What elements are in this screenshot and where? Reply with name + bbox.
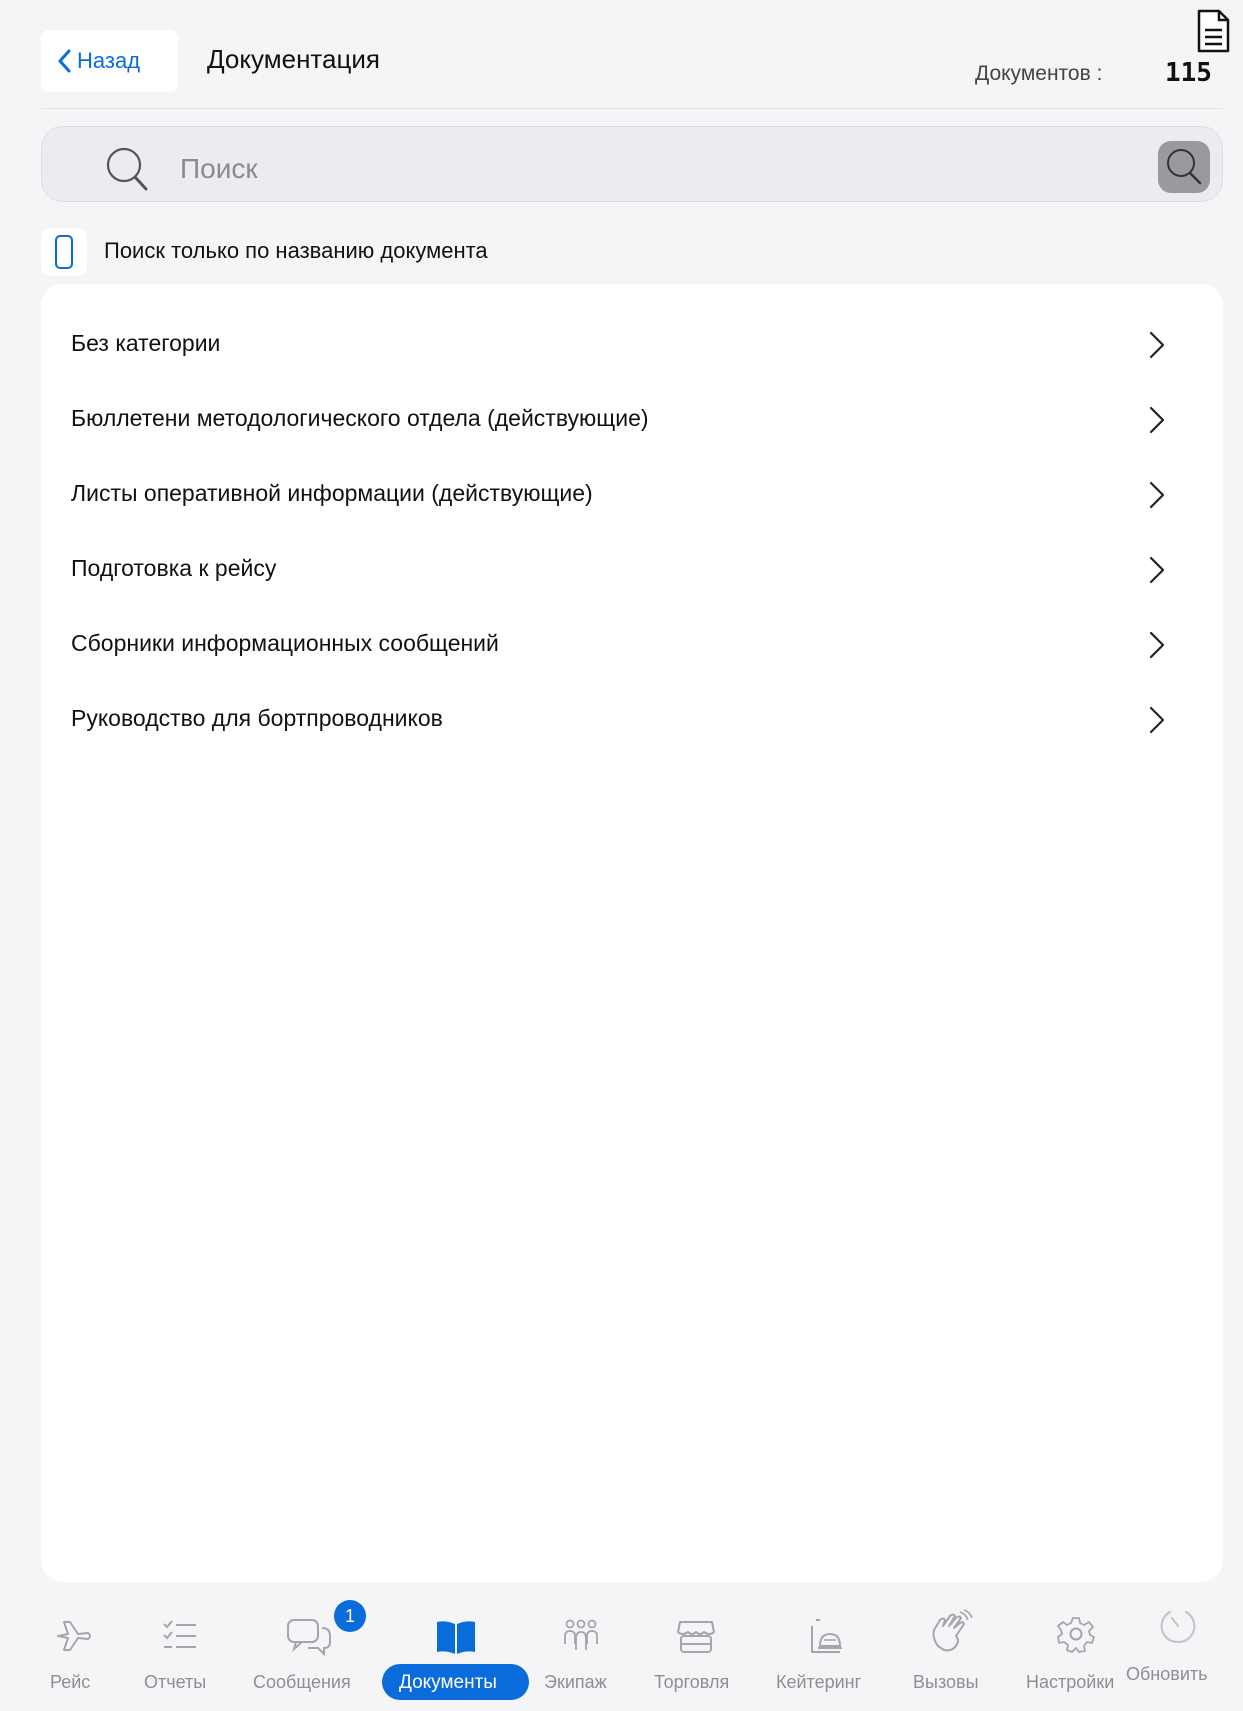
tab-label: Торговля (654, 1672, 730, 1692)
tab-label: Сообщения (253, 1672, 351, 1692)
page-title: Документация (207, 44, 380, 74)
search-icon (106, 147, 148, 191)
tab-documents[interactable]: Документы (382, 1600, 529, 1700)
title-only-label: Поиск только по названию документа (104, 238, 488, 263)
tab-settings[interactable]: Настройки (1022, 1600, 1130, 1700)
tab-refresh[interactable]: Обновить (1126, 1600, 1226, 1700)
tab-label: Обновить (1126, 1664, 1208, 1684)
category-item[interactable]: Подготовка к рейсу (41, 533, 1223, 607)
chevron-right-icon (1149, 556, 1165, 584)
checklist-icon (163, 1620, 196, 1648)
category-item[interactable]: Сборники информационных сообщений (41, 608, 1223, 682)
gear-icon (1057, 1617, 1095, 1653)
tab-catering[interactable]: Кейтеринг (770, 1600, 882, 1700)
refresh-icon (1160, 1610, 1196, 1644)
category-list: Без категории Бюллетени методологическог… (41, 284, 1223, 1582)
tab-crew[interactable]: Экипаж (540, 1600, 622, 1700)
category-label: Сборники информационных сообщений (71, 630, 499, 656)
chevron-right-icon (1149, 406, 1165, 434)
category-label: Подготовка к рейсу (71, 555, 277, 581)
tab-label: Кейтеринг (776, 1672, 862, 1692)
document-icon[interactable] (1195, 8, 1231, 54)
header-divider (41, 108, 1223, 109)
category-item[interactable]: Листы оперативной информации (действующи… (41, 458, 1223, 532)
category-label: Без категории (71, 330, 221, 356)
shop-icon (677, 1621, 715, 1653)
search-button[interactable] (1158, 141, 1210, 193)
tab-trade[interactable]: Торговля (648, 1600, 744, 1700)
tab-flight[interactable]: Рейс (40, 1600, 110, 1700)
chat-bubbles-icon (287, 1619, 331, 1657)
tab-calls[interactable]: Вызовы (902, 1600, 992, 1700)
category-item[interactable]: Без категории (41, 308, 1223, 382)
search-input[interactable] (178, 146, 1082, 192)
document-count-label: Документов : (975, 62, 1103, 85)
title-only-checkbox[interactable] (41, 228, 87, 276)
tab-reports[interactable]: Отчеты (140, 1600, 220, 1700)
category-item[interactable]: Бюллетени методологического отдела (дейс… (41, 383, 1223, 457)
tab-label: Вызовы (913, 1672, 979, 1692)
chevron-right-icon (1149, 481, 1165, 509)
messages-badge: 1 (334, 1600, 366, 1632)
search-icon (1167, 149, 1202, 185)
hand-icon (932, 1609, 973, 1652)
tab-label: Настройки (1026, 1672, 1115, 1692)
crew-icon (564, 1619, 598, 1650)
chevron-right-icon (1149, 631, 1165, 659)
book-icon (437, 1621, 475, 1654)
category-label: Листы оперативной информации (действующи… (71, 480, 593, 506)
checkbox-box (55, 235, 73, 269)
document-count-value: 115 (1165, 58, 1212, 88)
chevron-right-icon (1149, 331, 1165, 359)
tab-label: Рейс (50, 1672, 91, 1692)
category-label: Бюллетени методологического отдела (дейс… (71, 405, 649, 431)
chevron-right-icon (1149, 706, 1165, 734)
tab-label: Отчеты (144, 1672, 207, 1692)
back-button-label: Назад (77, 48, 141, 73)
catering-icon (811, 1619, 842, 1653)
category-label: Руководство для бортпроводников (71, 705, 443, 731)
tab-label: Экипаж (544, 1672, 607, 1692)
tab-label: Документы (399, 1672, 497, 1693)
chevron-left-icon (58, 49, 71, 73)
back-button[interactable]: Назад (41, 30, 178, 92)
airplane-icon (57, 1621, 91, 1651)
category-item[interactable]: Руководство для бортпроводников (41, 683, 1223, 757)
